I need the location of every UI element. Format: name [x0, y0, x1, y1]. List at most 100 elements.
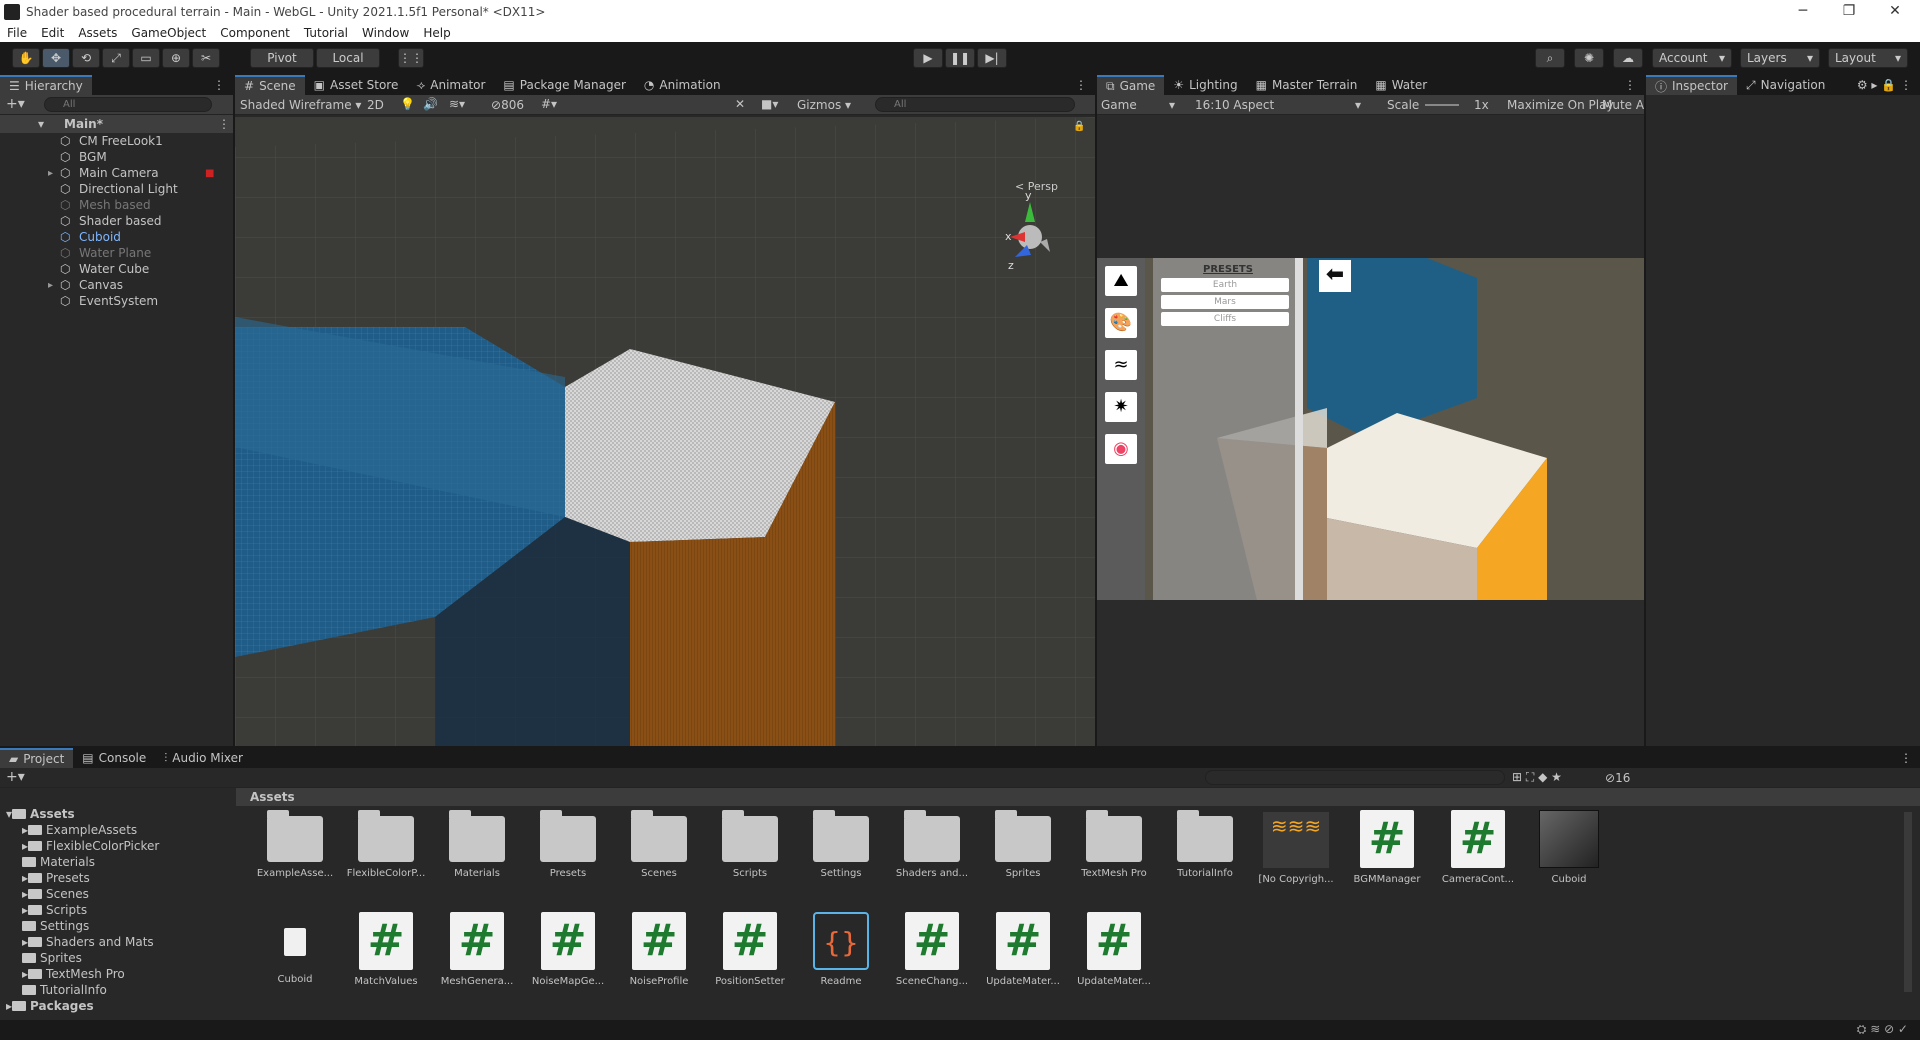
audio-icon[interactable]: 🔊: [423, 97, 438, 111]
hierarchy-item[interactable]: ⬡ Directional Light: [0, 181, 233, 197]
tab-lighting[interactable]: ☀ Lighting: [1164, 75, 1246, 95]
project-tree-item[interactable]: ▸ ExampleAssets: [22, 822, 137, 838]
gizmos-dropdown[interactable]: Gizmos ▾: [797, 98, 851, 112]
more-icon[interactable]: ⋮: [1900, 751, 1912, 765]
tab-hierarchy[interactable]: ☰ Hierarchy: [0, 75, 92, 95]
grid-snap-icon[interactable]: ⋮⋮: [398, 48, 424, 68]
preset-button-earth[interactable]: Earth: [1161, 278, 1289, 292]
camera-icon[interactable]: ■▾: [761, 97, 778, 111]
cloud-icon[interactable]: ☁: [1613, 48, 1643, 68]
layout-dropdown[interactable]: Layout ▾: [1828, 48, 1908, 68]
hierarchy-item[interactable]: ⬡ Cuboid: [0, 229, 233, 245]
project-search-input[interactable]: [1205, 770, 1505, 785]
tab-inspector[interactable]: ⓘ Inspector: [1646, 75, 1737, 95]
project-tree-item[interactable]: ▸ FlexibleColorPicker: [22, 838, 159, 854]
scale-tool-icon[interactable]: ⤢: [102, 48, 130, 68]
tab-console[interactable]: ▤ Console: [73, 748, 155, 768]
display-dropdown[interactable]: Game: [1101, 98, 1137, 112]
mute-audio-toggle[interactable]: Mute Aud: [1602, 98, 1644, 112]
chevron-right-icon[interactable]: ▸: [48, 280, 53, 291]
asset-item[interactable]: Cuboid: [1524, 808, 1614, 885]
hierarchy-item[interactable]: ▸ ⬡ Canvas: [0, 277, 233, 293]
hierarchy-item[interactable]: ⬡ BGM: [0, 149, 233, 165]
more-icon[interactable]: ⋮: [1624, 78, 1636, 92]
hidden-packages-toggle[interactable]: ⊘16: [1605, 771, 1630, 785]
tab-project[interactable]: ▰ Project: [0, 748, 74, 768]
2d-toggle[interactable]: 2D: [367, 98, 384, 112]
hierarchy-item[interactable]: ⬡ Water Cube: [0, 261, 233, 277]
menu-edit[interactable]: Edit: [34, 26, 71, 40]
menu-file[interactable]: File: [0, 26, 34, 40]
asset-item[interactable]: FlexibleColorP...: [341, 808, 431, 879]
tab-audio-mixer[interactable]: ⫶ Audio Mixer: [155, 748, 252, 768]
transform-tool-icon[interactable]: ⊕: [162, 48, 190, 68]
more-icon[interactable]: ⋮: [213, 78, 225, 92]
presets-scrollbar[interactable]: [1295, 258, 1303, 600]
effects-icon[interactable]: ≋▾: [449, 97, 465, 111]
layers-dropdown[interactable]: Layers ▾: [1740, 48, 1820, 68]
preset-button-cliffs[interactable]: Cliffs: [1161, 312, 1289, 326]
asset-item[interactable]: # MeshGenera...: [432, 910, 522, 987]
pivot-button[interactable]: Pivot: [250, 48, 314, 68]
project-tree-item[interactable]: ▸ Scripts: [22, 902, 87, 918]
add-icon[interactable]: +▾: [6, 769, 25, 785]
restore-icon[interactable]: ❐: [1826, 0, 1872, 24]
more-icon[interactable]: ⋮: [218, 117, 230, 131]
asset-item[interactable]: Presets: [523, 808, 613, 879]
asset-item[interactable]: Scripts: [705, 808, 795, 879]
move-tool-icon[interactable]: ✥: [42, 48, 70, 68]
asset-item[interactable]: # SceneChang...: [887, 910, 977, 987]
rect-tool-icon[interactable]: ▭: [132, 48, 160, 68]
project-tree-item[interactable]: Sprites: [22, 950, 82, 966]
menu-help[interactable]: Help: [416, 26, 457, 40]
tab-water[interactable]: ▦ Water: [1366, 75, 1436, 95]
back-arrow-icon[interactable]: ⬅: [1319, 260, 1351, 292]
draw-mode-dropdown[interactable]: Shaded Wireframe ▾: [240, 98, 361, 112]
collab-icon[interactable]: ✺: [1574, 48, 1604, 68]
asset-item[interactable]: {} Readme: [796, 910, 886, 987]
project-tree-item[interactable]: Materials: [22, 854, 95, 870]
tab-animation[interactable]: ◔ Animation: [635, 75, 730, 95]
lighting-icon[interactable]: 💡: [400, 97, 415, 111]
hierarchy-item[interactable]: ⬡ Mesh based: [0, 197, 233, 213]
filter-icons[interactable]: ⊞ ⛶ ◆ ★: [1512, 770, 1562, 785]
custom-tool-icon[interactable]: ✂: [192, 48, 220, 68]
asset-item[interactable]: ExampleAsse...: [250, 808, 340, 879]
aspect-dropdown[interactable]: 16:10 Aspect ▾: [1195, 98, 1375, 112]
palette-icon[interactable]: 🎨: [1105, 308, 1137, 338]
color-wheel-icon[interactable]: ◉: [1105, 434, 1137, 464]
hierarchy-item[interactable]: ⬡ Water Plane: [0, 245, 233, 261]
project-tree-item[interactable]: ▾ Assets: [6, 806, 75, 822]
project-tree-item[interactable]: ▸ Shaders and Mats: [22, 934, 154, 950]
asset-item[interactable]: # BGMManager: [1342, 808, 1432, 885]
menu-gameobject[interactable]: GameObject: [124, 26, 213, 40]
chevron-right-icon[interactable]: ▸: [48, 168, 53, 179]
asset-item[interactable]: TutorialInfo: [1160, 808, 1250, 879]
persp-label[interactable]: < Persp: [1015, 180, 1058, 193]
asset-item[interactable]: # UpdateMater...: [978, 910, 1068, 987]
more-icon[interactable]: ⚙ ▸ 🔒 ⋮: [1857, 78, 1912, 92]
play-button[interactable]: ▶: [913, 48, 943, 68]
lock-icon[interactable]: 🔒: [1073, 121, 1085, 132]
minimize-icon[interactable]: ─: [1780, 0, 1826, 24]
hand-tool-icon[interactable]: ✋: [12, 48, 40, 68]
local-button[interactable]: Local: [316, 48, 380, 68]
asset-item[interactable]: Settings: [796, 808, 886, 879]
tab-master-terrain[interactable]: ▦ Master Terrain: [1247, 75, 1367, 95]
asset-item[interactable]: Sprites: [978, 808, 1068, 879]
project-tree-item[interactable]: Settings: [22, 918, 89, 934]
maximize-on-play-toggle[interactable]: Maximize On Play: [1507, 98, 1614, 112]
add-icon[interactable]: +▾: [6, 96, 25, 112]
grid-icon[interactable]: #▾: [541, 97, 557, 111]
tab-scene[interactable]: # Scene: [235, 75, 305, 95]
asset-item[interactable]: # MatchValues: [341, 910, 431, 987]
scene-root-row[interactable]: ▾ Main* ⋮: [0, 115, 233, 133]
asset-item[interactable]: # NoiseProfile: [614, 910, 704, 987]
project-tree-item[interactable]: ▸ Packages: [6, 998, 94, 1014]
rotate-tool-icon[interactable]: ⟲: [72, 48, 100, 68]
scene-search-input[interactable]: All: [875, 97, 1075, 112]
project-tree-item[interactable]: ▸ TextMesh Pro: [22, 966, 125, 982]
hierarchy-item[interactable]: ⬡ EventSystem: [0, 293, 233, 309]
asset-item[interactable]: Scenes: [614, 808, 704, 879]
breadcrumb-assets[interactable]: Assets: [250, 790, 295, 804]
